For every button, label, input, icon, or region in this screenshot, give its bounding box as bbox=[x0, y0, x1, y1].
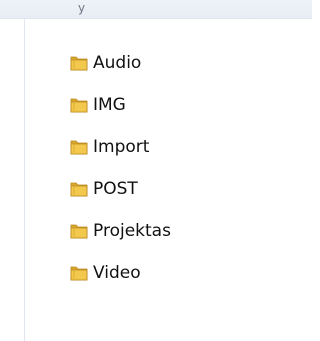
folder-icon bbox=[70, 222, 88, 240]
folder-label: Projektas bbox=[93, 221, 171, 241]
folder-item-img[interactable]: IMG bbox=[70, 94, 126, 116]
folder-label: Import bbox=[93, 137, 150, 157]
folder-icon bbox=[70, 264, 88, 282]
folder-item-audio[interactable]: Audio bbox=[70, 52, 141, 74]
folder-label: Video bbox=[93, 263, 141, 283]
folder-icon bbox=[70, 138, 88, 156]
folder-icon bbox=[70, 180, 88, 198]
folder-label: Audio bbox=[93, 53, 142, 73]
folder-item-video[interactable]: Video bbox=[70, 262, 141, 284]
folder-label: POST bbox=[93, 179, 138, 199]
folder-item-import[interactable]: Import bbox=[70, 136, 149, 158]
folder-list: Audio IMG Import POST Projektas Video bbox=[0, 0, 312, 341]
folder-label: IMG bbox=[93, 95, 126, 115]
folder-icon bbox=[70, 96, 88, 114]
folder-icon bbox=[70, 54, 88, 72]
folder-item-projektas[interactable]: Projektas bbox=[70, 220, 171, 242]
folder-item-post[interactable]: POST bbox=[70, 178, 138, 200]
